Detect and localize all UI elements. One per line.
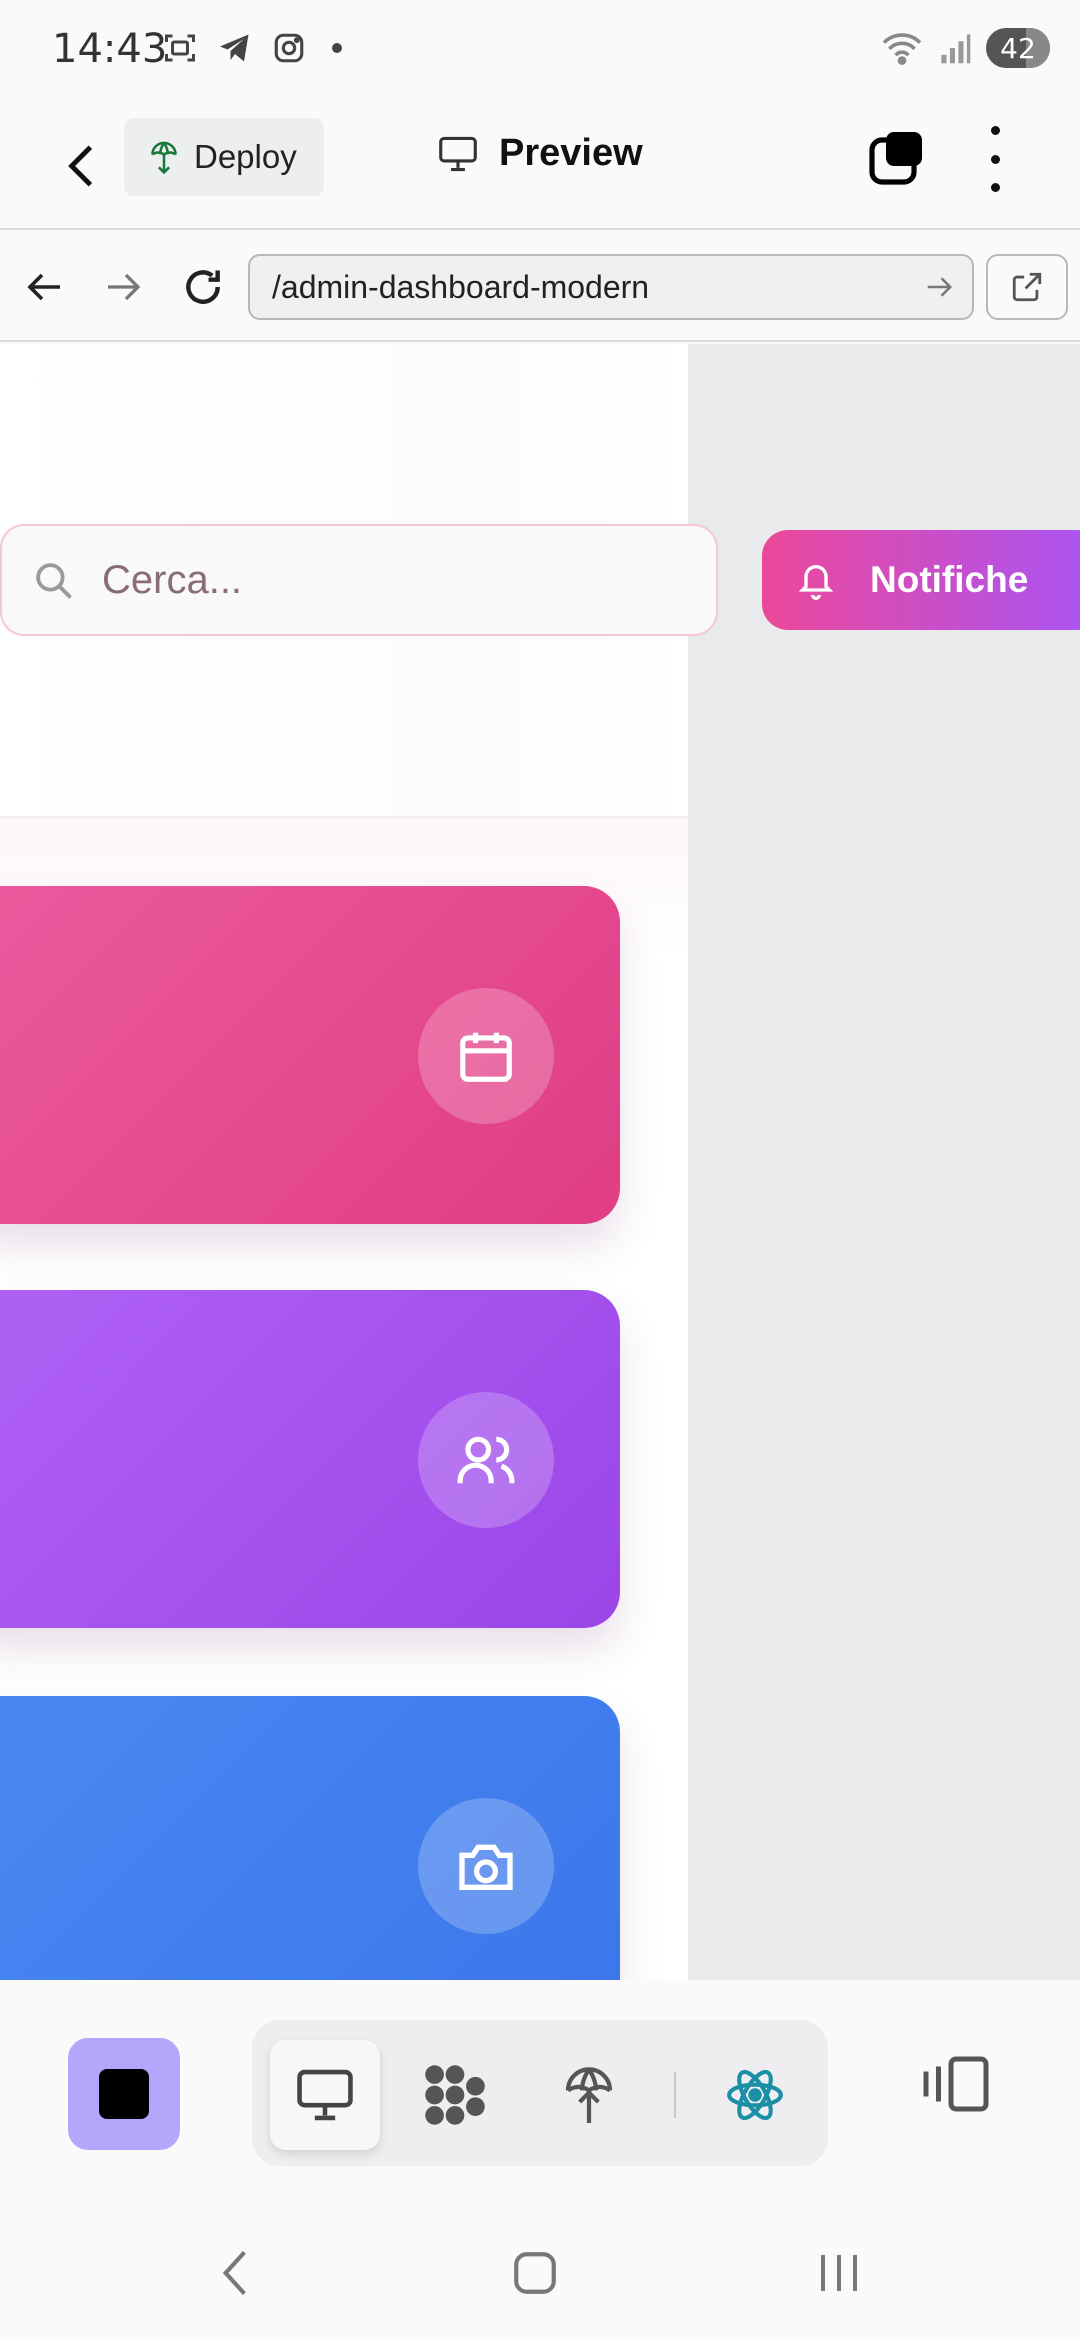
preview-mode-button[interactable] (270, 2040, 380, 2150)
stat-card-calendar[interactable] (0, 886, 620, 1224)
stacked-squares-icon (869, 132, 922, 185)
preview-title: Preview (437, 132, 643, 175)
deploy-button[interactable]: Deploy (124, 118, 324, 196)
notifications-label: Notifiche (870, 559, 1029, 600)
card-icon-badge (418, 1392, 554, 1528)
home-square-icon (514, 2252, 556, 2294)
system-back-button[interactable] (200, 2238, 270, 2308)
monitor-icon (297, 2069, 353, 2121)
segment-divider (674, 2072, 676, 2118)
bell-icon (798, 565, 834, 600)
react-mode-button[interactable] (700, 2040, 810, 2150)
react-icon (727, 2069, 783, 2121)
preview-viewport: Notifiche (0, 344, 1080, 1980)
chevron-left-icon (68, 145, 93, 187)
calendar-icon (460, 1032, 512, 1082)
bottom-toolbar (0, 1980, 1080, 2194)
app-header: Deploy Preview (0, 100, 1080, 230)
card-icon-badge (418, 1798, 554, 1934)
back-button[interactable] (56, 136, 106, 196)
system-status: 42 (880, 28, 1050, 68)
wifi-icon (882, 33, 922, 65)
more-options-button[interactable] (980, 126, 1010, 192)
camera-icon (459, 1844, 513, 1890)
search-icon (36, 563, 72, 599)
telegram-icon (220, 34, 249, 62)
open-external-button[interactable] (986, 254, 1068, 320)
browser-forward-button[interactable] (98, 262, 148, 312)
recents-icon (821, 2255, 857, 2291)
monitor-icon (439, 136, 477, 171)
external-link-icon (1012, 272, 1042, 302)
signal-icon (941, 34, 971, 64)
more-dot (990, 126, 1000, 135)
status-bar: 14:43 42 (0, 0, 1080, 100)
more-dot (990, 183, 1000, 192)
system-recents-button[interactable] (804, 2238, 874, 2308)
dots-icon (425, 2065, 485, 2125)
components-mode-button[interactable] (400, 2040, 510, 2150)
screenshot-icon (165, 34, 195, 62)
instagram-icon (274, 33, 304, 63)
system-navigation-bar (0, 2180, 1080, 2340)
card-icon-badge (418, 988, 554, 1124)
notification-icons (162, 30, 342, 66)
reload-button[interactable] (178, 262, 228, 312)
arrow-left-icon (27, 273, 60, 301)
split-view-icon (923, 2056, 989, 2112)
system-home-button[interactable] (500, 2238, 570, 2308)
deploy-mode-button[interactable] (534, 2040, 644, 2150)
more-dot (990, 154, 1000, 164)
arrow-right-icon (108, 273, 141, 301)
deploy-icon (151, 141, 177, 175)
stat-card-camera[interactable] (0, 1696, 620, 1980)
split-view-button[interactable] (920, 2048, 992, 2120)
tabs-button[interactable] (868, 130, 924, 186)
page-title: Preview (499, 132, 643, 174)
browser-bar: /admin-dashboard-modern (0, 232, 1080, 342)
stop-icon (99, 2069, 149, 2119)
deploy-icon (565, 2067, 613, 2123)
chevron-left-icon (222, 2250, 246, 2296)
users-icon (457, 1436, 515, 1484)
search-input[interactable] (102, 557, 662, 603)
dot-icon (332, 43, 342, 53)
stat-card-users[interactable] (0, 1290, 620, 1628)
deploy-label: Deploy (194, 138, 297, 175)
notifications-button[interactable]: Notifiche (762, 530, 1080, 630)
status-time: 14:43 (52, 26, 168, 72)
search-box[interactable] (0, 524, 718, 636)
battery-level: 42 (1000, 31, 1036, 65)
url-field[interactable]: /admin-dashboard-modern (248, 254, 974, 320)
stop-button[interactable] (68, 2038, 180, 2150)
browser-back-button[interactable] (20, 262, 70, 312)
view-mode-selector (252, 2020, 828, 2166)
reload-icon (186, 270, 220, 304)
battery-indicator: 42 (986, 28, 1050, 68)
go-arrow-icon[interactable] (924, 272, 954, 302)
url-text: /admin-dashboard-modern (272, 268, 650, 305)
